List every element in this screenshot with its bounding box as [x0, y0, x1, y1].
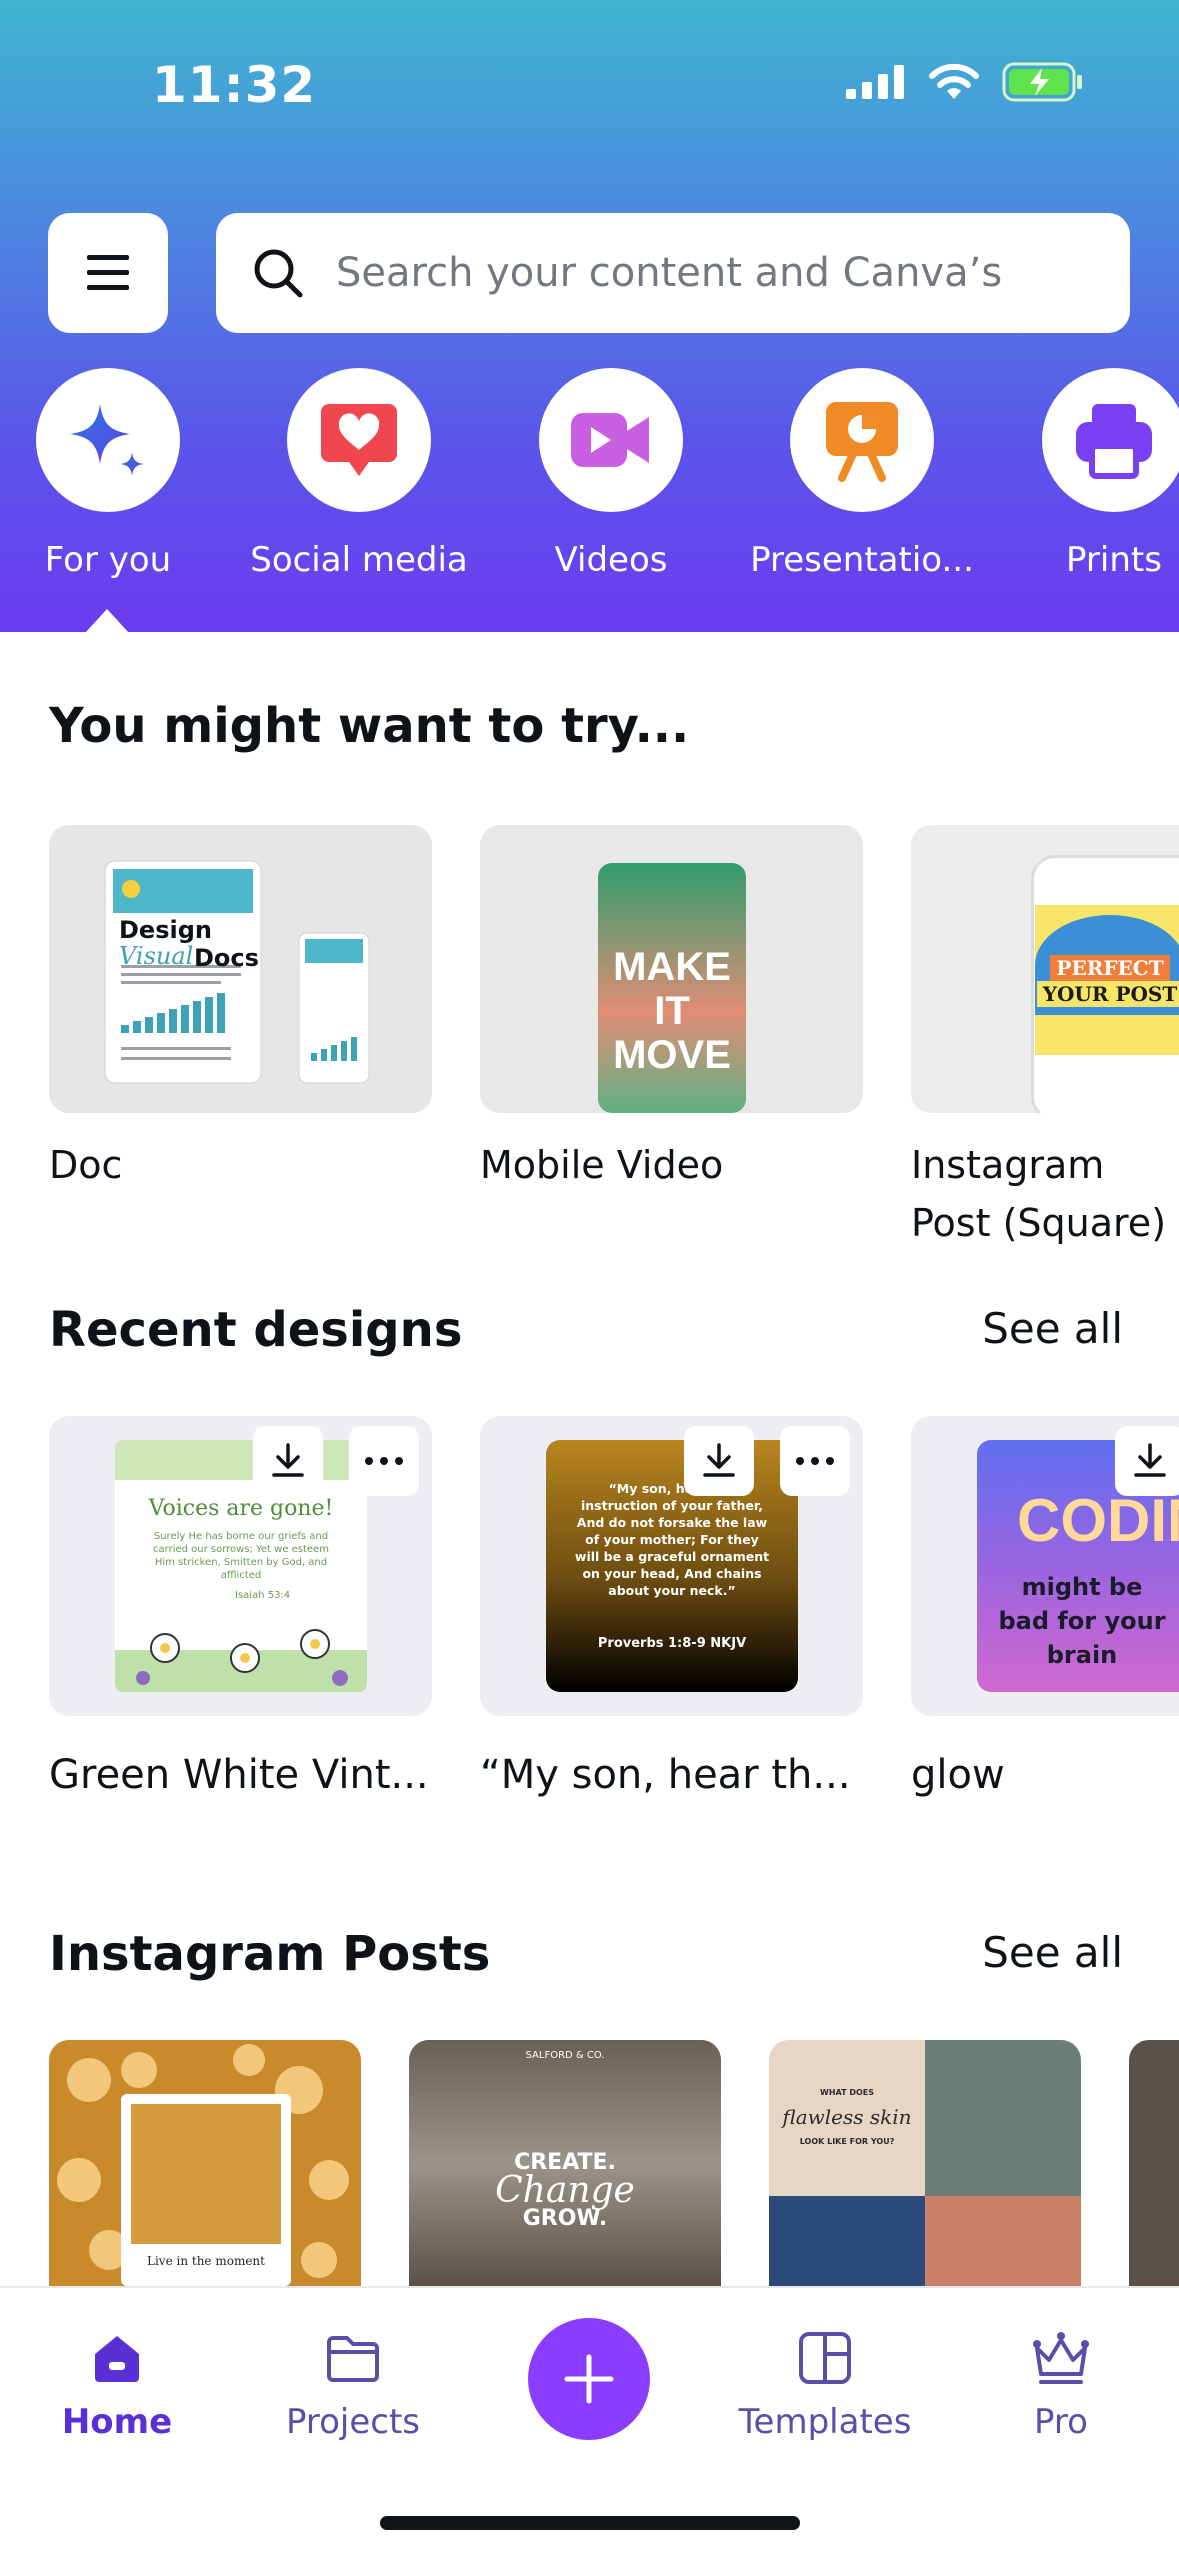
thumb-title: Voices are gone! [148, 1496, 334, 1521]
tab-label: Pro [1034, 2402, 1088, 2442]
more-options-button[interactable] [780, 1426, 850, 1496]
menu-button[interactable] [48, 213, 168, 333]
template-small2: LOOK LIKE FOR YOU? [799, 2137, 895, 2146]
instagram-template-card[interactable]: Live in the moment [49, 2040, 361, 2286]
home-indicator [380, 2516, 800, 2530]
cellular-signal-icon [846, 65, 904, 99]
instagram-template-card[interactable]: WHAT DOES flawless skin LOOK LIKE FOR YO… [769, 2040, 1081, 2286]
template-script: flawless skin [782, 2105, 912, 2129]
tab-label: Templates [738, 2402, 912, 2442]
template-small1: WHAT DOES [820, 2088, 874, 2097]
tab-projects[interactable]: Projects [263, 2328, 443, 2442]
try-card-mobile-video[interactable]: MAKE IT MOVE [480, 825, 863, 1113]
plus-icon [564, 2354, 614, 2404]
battery-charging-icon [1002, 62, 1082, 102]
thumb-ref: Proverbs 1:8-9 NKJV [597, 1636, 747, 1651]
instagram-template-card[interactable] [1129, 2040, 1179, 2286]
recent-design-label: Green White Vint... [49, 1752, 429, 1798]
flowers-illustration [136, 1629, 348, 1686]
doc-thumb-line1: Design [119, 916, 212, 944]
download-button[interactable] [253, 1426, 323, 1496]
section-title-instagram: Instagram Posts [49, 1926, 491, 1982]
category-social-media[interactable]: Social media [234, 368, 484, 580]
category-label: Prints [1066, 540, 1162, 580]
search-icon [254, 249, 303, 298]
thumb-body: Surely He has borne our griefs and carri… [153, 1531, 329, 1581]
video-camera-icon [571, 413, 649, 467]
heart-chat-icon [321, 404, 397, 476]
recent-design-label: glow [911, 1752, 1005, 1798]
download-icon [1134, 1443, 1166, 1477]
more-dots-icon [796, 1457, 834, 1465]
try-card-doc[interactable]: Design Visual Docs [49, 825, 432, 1113]
download-icon [272, 1443, 304, 1477]
category-label: Videos [554, 540, 668, 580]
sparkle-icon [70, 404, 144, 476]
selected-category-indicator [85, 609, 129, 632]
recent-design-label: “My son, hear th... [480, 1752, 851, 1798]
recent-design-card[interactable]: “My son, hear the instruction of your fa… [480, 1416, 863, 1716]
try-card-label: Instagram Post (Square) [911, 1143, 1167, 1245]
section-title-try: You might want to try... [49, 698, 690, 754]
thumb-body: might be bad for your brain [998, 1573, 1166, 1669]
tab-templates[interactable]: Templates [735, 2328, 915, 2442]
thumb-title: CODING [1017, 1487, 1179, 1554]
instagram-thumb-line2: YOUR POST [1036, 981, 1179, 1007]
instagram-template-card[interactable]: SALFORD & CO. CREATE. Change GROW. [409, 2040, 721, 2286]
tab-pro[interactable]: Pro [971, 2328, 1151, 2442]
category-for-you[interactable]: For you [0, 368, 233, 580]
search-input[interactable]: Search your content and Canva’s [216, 213, 1130, 333]
create-design-button[interactable] [528, 2318, 650, 2440]
category-label: Presentatio... [750, 540, 974, 580]
template-brand: SALFORD & CO. [525, 2050, 605, 2061]
recent-design-card[interactable]: CODING might be bad for your brain [911, 1416, 1179, 1716]
download-button[interactable] [1115, 1426, 1179, 1496]
recent-see-all-link[interactable]: See all [982, 1304, 1123, 1353]
category-presentations[interactable]: Presentatio... [737, 368, 987, 580]
template-line2: Change [495, 2170, 635, 2211]
thumb-body: “My son, hear the instruction of your fa… [574, 1481, 770, 1598]
mobile-video-thumb-text: MAKE IT MOVE [613, 945, 731, 1077]
folder-icon [327, 2336, 379, 2382]
header-hero: 11:32 Search your content and Canva’s Fo… [0, 0, 1179, 632]
crown-icon [1033, 2332, 1089, 2384]
category-label: Social media [250, 540, 468, 580]
recent-design-card[interactable]: Voices are gone! Surely He has borne our… [49, 1416, 432, 1716]
recent-design-thumbnail: Voices are gone! Surely He has borne our… [115, 1440, 367, 1692]
templates-icon [799, 2332, 851, 2384]
template-caption: Live in the moment [147, 2254, 265, 2268]
printer-icon [1076, 404, 1152, 479]
template-line3: GROW. [522, 2206, 608, 2231]
status-time: 11:32 [152, 56, 317, 114]
home-icon [95, 2336, 139, 2382]
status-icons [846, 62, 1084, 102]
try-card-label: Doc [49, 1143, 123, 1187]
presentation-icon [826, 402, 898, 482]
thumb-ref: Isaiah 53:4 [235, 1590, 291, 1601]
category-prints[interactable]: Prints [989, 368, 1179, 580]
section-title-recent: Recent designs [49, 1302, 463, 1358]
download-icon [703, 1443, 735, 1477]
recent-design-thumbnail: “My son, hear the instruction of your fa… [546, 1440, 798, 1692]
doc-thumb-line3: Docs [194, 944, 259, 972]
tab-label: Home [61, 2402, 173, 2442]
wifi-icon [929, 63, 979, 99]
tab-label: Projects [285, 2402, 421, 2442]
category-videos[interactable]: Videos [486, 368, 736, 580]
tab-home[interactable]: Home [27, 2328, 207, 2442]
instagram-thumb-line1: PERFECT [1050, 955, 1170, 981]
more-dots-icon [365, 1457, 403, 1465]
try-card-instagram-post[interactable]: PERFECT YOUR POST [911, 825, 1179, 1113]
download-button[interactable] [684, 1426, 754, 1496]
category-label: For you [44, 540, 172, 580]
try-card-label: Mobile Video [480, 1143, 724, 1187]
instagram-see-all-link[interactable]: See all [982, 1928, 1123, 1977]
hamburger-icon [87, 255, 129, 290]
search-placeholder: Search your content and Canva’s [336, 250, 1003, 296]
more-options-button[interactable] [349, 1426, 419, 1496]
